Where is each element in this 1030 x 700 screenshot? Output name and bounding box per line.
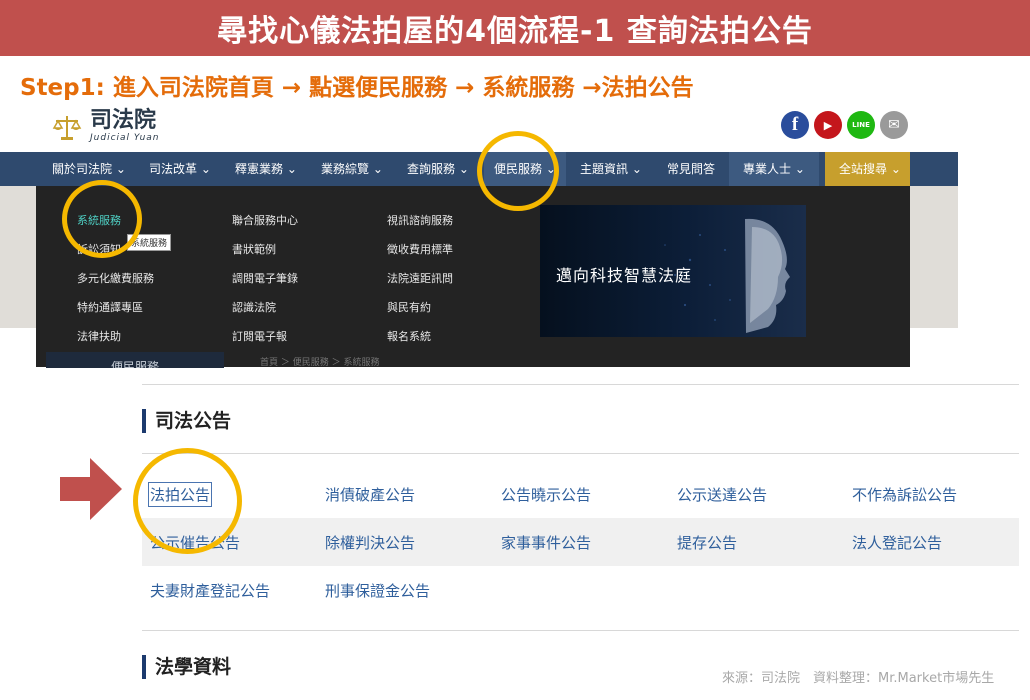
link-nonaction-suit[interactable]: 不作為訴訟公告 [852, 484, 957, 505]
link-deposit[interactable]: 提存公告 [677, 532, 737, 553]
nav-constitutional[interactable]: 釋憲業務 ⌄ [235, 152, 297, 186]
nav-faq[interactable]: 常見問答 [667, 152, 715, 186]
breadcrumb[interactable]: 首頁 ＞ 便民服務 ＞ 系統服務 [260, 355, 379, 368]
banner-text: 邁向科技智慧法庭 [556, 266, 693, 285]
menu-service-center[interactable]: 聯合服務中心 [232, 212, 298, 228]
menu-pleading-samples[interactable]: 書狀範例 [232, 241, 276, 257]
youtube-icon[interactable]: ▶ [814, 111, 842, 139]
menu-newsletter[interactable]: 訂閱電子報 [232, 328, 287, 344]
menu-fee-standards[interactable]: 徵收費用標準 [387, 241, 453, 257]
announcement-row: 公示催告公告 除權判決公告 家事事件公告 提存公告 法人登記公告 [142, 518, 1019, 566]
highlight-circle-system-service [62, 180, 142, 258]
menu-transcripts[interactable]: 調閱電子筆錄 [232, 270, 298, 286]
divider-top [142, 384, 1019, 385]
logo-name-en: Judicial Yuan [90, 133, 160, 143]
source-credit: 來源：司法院 資料整理：Mr.Market市場先生 [722, 671, 995, 686]
slide-title-bar: 尋找心儀法拍屋的4個流程-1 查詢法拍公告 [0, 0, 1030, 56]
divider-announcements [142, 453, 1019, 454]
divider-legal [142, 630, 1019, 631]
link-criminal-bail[interactable]: 刑事保證金公告 [325, 580, 430, 601]
nav-topics[interactable]: 主題資訊 ⌄ [580, 152, 642, 186]
nav-business[interactable]: 業務綜覽 ⌄ [321, 152, 383, 186]
highlight-circle-auction [133, 448, 242, 554]
announcement-row: 夫妻財產登記公告 刑事保證金公告 [142, 566, 1019, 614]
link-debt-bankruptcy[interactable]: 消債破產公告 [325, 484, 415, 505]
section-title-legal: 法學資料 [142, 655, 231, 679]
menu-meet-citizens[interactable]: 與民有約 [387, 299, 431, 315]
nav-query[interactable]: 查詢服務 ⌄ [407, 152, 469, 186]
link-family-matters[interactable]: 家事事件公告 [501, 532, 591, 553]
facebook-icon[interactable]: f [781, 111, 809, 139]
section-title-announcements: 司法公告 [142, 409, 231, 433]
link-marital-property[interactable]: 夫妻財產登記公告 [150, 580, 270, 601]
nav-professionals[interactable]: 專業人士 ⌄ [729, 152, 819, 186]
announcement-row: 法拍公告 消債破產公告 公告曉示公告 公示送達公告 不作為訴訟公告 [142, 470, 1019, 518]
step-instructions: Step1: 進入司法院首頁 → 點選便民服務 → 系統服務 →法拍公告 [20, 75, 694, 101]
line-icon[interactable]: LINE [847, 111, 875, 139]
smart-court-banner[interactable]: 邁向科技智慧法庭 [540, 205, 806, 337]
menu-interpreter[interactable]: 特約通譯專區 [77, 299, 143, 315]
link-nullification-judgment[interactable]: 除權判決公告 [325, 532, 415, 553]
logo-name-cn: 司法院 [90, 108, 157, 133]
menu-remote-hearing[interactable]: 法院遠距訊問 [387, 270, 453, 286]
menu-payment[interactable]: 多元化繳費服務 [77, 270, 154, 286]
link-public-notice[interactable]: 公告曉示公告 [501, 484, 591, 505]
menu-legal-aid[interactable]: 法律扶助 [77, 328, 121, 344]
slide-title: 尋找心儀法拍屋的4個流程-1 查詢法拍公告 [217, 14, 813, 49]
link-corporate-registration[interactable]: 法人登記公告 [852, 532, 942, 553]
highlight-circle-public-service [477, 131, 559, 211]
site-search-button[interactable]: 全站搜尋 ⌄ [825, 152, 910, 186]
judicial-yuan-logo[interactable]: 司法院 Judicial Yuan [52, 110, 160, 143]
right-arrow-icon [60, 458, 122, 520]
menu-about-courts[interactable]: 認識法院 [232, 299, 276, 315]
menu-registration[interactable]: 報名系統 [387, 328, 431, 344]
sidebar-title: 便民服務 [110, 360, 159, 368]
link-service-by-publication[interactable]: 公示送達公告 [677, 484, 767, 505]
mail-icon[interactable]: ✉ [880, 111, 908, 139]
scales-icon [52, 115, 82, 140]
sidebar-header: 便民服務 [46, 352, 224, 368]
menu-video-consult[interactable]: 視訊諮詢服務 [387, 212, 453, 228]
nav-judicial-reform[interactable]: 司法改革 ⌄ [149, 152, 211, 186]
